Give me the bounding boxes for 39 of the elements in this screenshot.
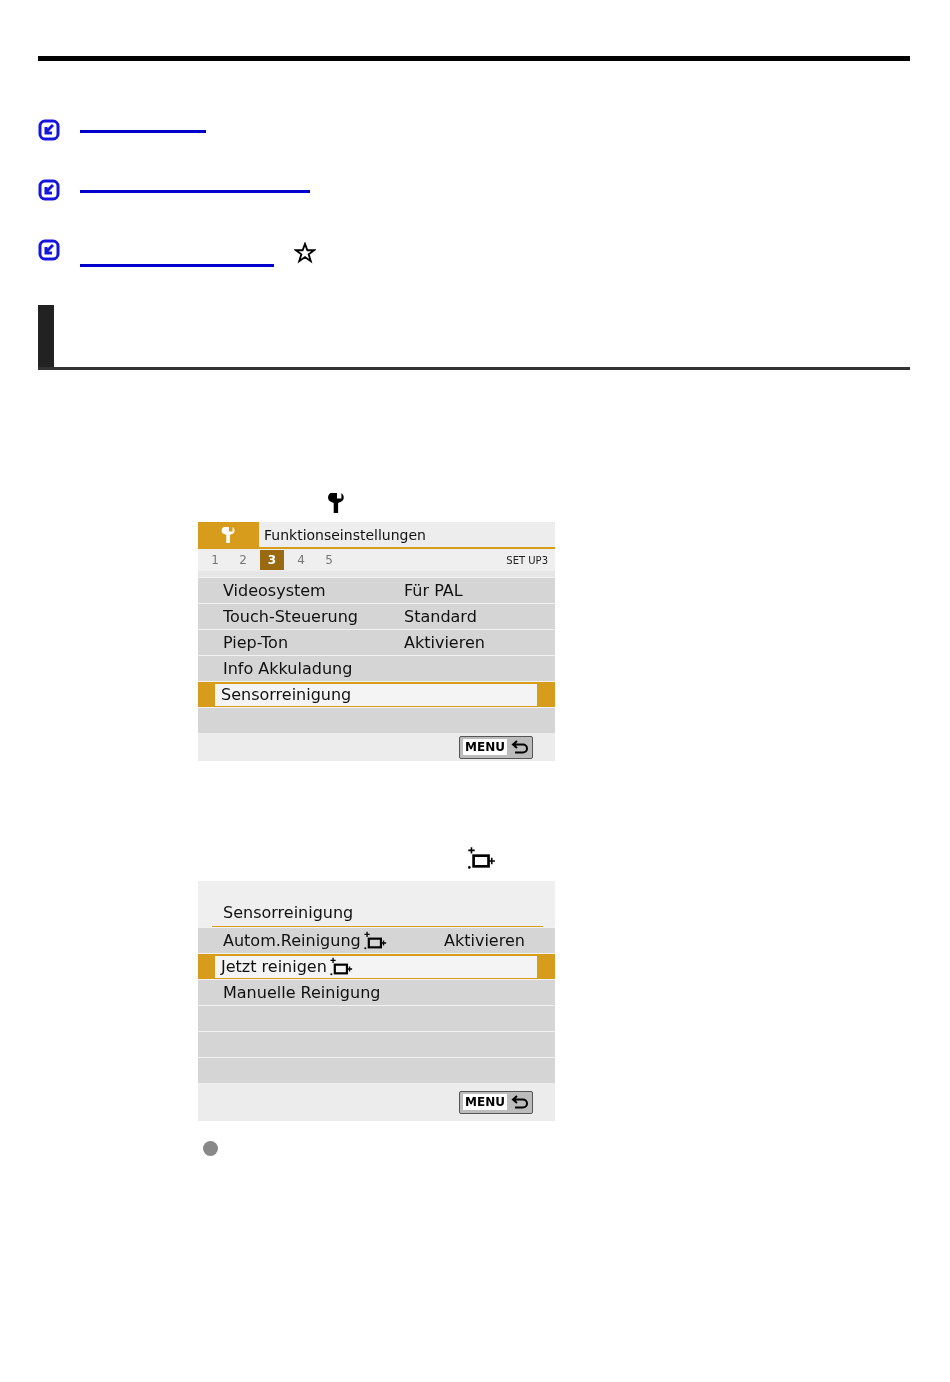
page-label: SET UP3 [506, 554, 548, 566]
page-tab[interactable]: 2 [232, 550, 254, 570]
setup-tab[interactable] [198, 522, 259, 547]
page-tab[interactable]: 1 [204, 550, 226, 570]
menu-item-value: Standard [404, 607, 478, 626]
wrench-icon [220, 525, 237, 544]
menu-item-value: Für PAL [404, 581, 464, 600]
menu-row[interactable]: Jetzt reinigen [198, 953, 555, 979]
menu-item-label: Touch-Steuerung [223, 607, 358, 626]
menu-row[interactable]: Piep-Ton Aktivieren [198, 629, 555, 655]
menu-row[interactable]: Touch-Steuerung Standard [198, 603, 555, 629]
page-tab[interactable]: 4 [290, 550, 312, 570]
link[interactable] [80, 130, 206, 133]
page-tab[interactable]: 3 [260, 550, 284, 570]
menu-item-label: Jetzt reinigen [221, 957, 327, 976]
star-icon [294, 242, 316, 264]
menu-item-label: Manuelle Reinigung [223, 983, 381, 1002]
menu-row[interactable]: Manuelle Reinigung [198, 979, 555, 1005]
menu-item-label: Piep-Ton [223, 633, 289, 652]
menu-back-button[interactable]: MENU [459, 735, 533, 759]
back-arrow-icon [511, 1095, 529, 1109]
menu-item-label: Autom.Reinigung [223, 931, 361, 950]
menu-back-button[interactable]: MENU [459, 1090, 533, 1114]
menu-row[interactable]: Sensorreinigung [198, 681, 555, 707]
menu-item-label: Sensorreinigung [221, 685, 352, 704]
menu-item-label: Info Akkuladung [223, 659, 353, 678]
menu-title: Funktionseinstellungen [263, 526, 426, 543]
back-arrow-icon [511, 740, 529, 754]
link[interactable] [80, 190, 310, 193]
link[interactable] [80, 264, 274, 267]
menu-row[interactable]: Autom.Reinigung Aktivieren [198, 927, 555, 953]
menu-item-label: Videosystem [223, 581, 326, 600]
menu-row[interactable]: Videosystem Für PAL [198, 577, 555, 603]
menu-row[interactable]: Info Akkuladung [198, 655, 555, 681]
bullet-dot [203, 1141, 218, 1156]
page-tab[interactable]: 5 [318, 550, 340, 570]
menu-item-value: Aktivieren [444, 931, 526, 950]
menu-item-value: Aktivieren [404, 633, 486, 652]
wrench-icon [326, 492, 346, 514]
